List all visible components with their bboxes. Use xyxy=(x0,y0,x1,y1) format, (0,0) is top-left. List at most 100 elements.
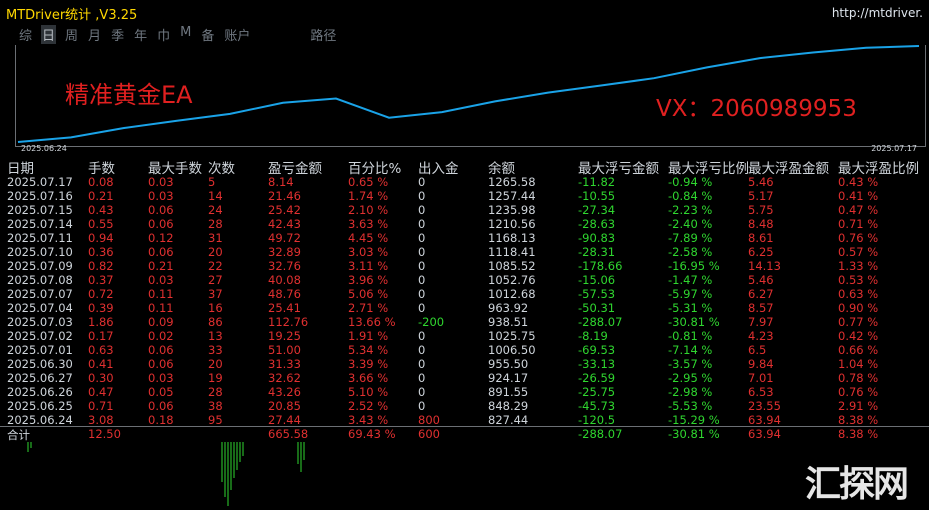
table-cell: 23.55 xyxy=(748,399,781,413)
tab-2[interactable]: 周 xyxy=(64,25,79,44)
table-cell: -15.29 % xyxy=(668,413,720,427)
table-cell: 1052.76 xyxy=(488,273,536,287)
table-cell: 32.76 xyxy=(268,259,301,273)
table-cell: 0.76 % xyxy=(838,231,879,245)
table-cell: 2025.07.02 xyxy=(7,329,73,343)
table-cell: 0.06 xyxy=(148,245,174,259)
table-cell: 86 xyxy=(208,315,223,329)
table-cell: 0.08 xyxy=(88,175,114,189)
table-cell: -10.55 xyxy=(578,189,616,203)
table-cell: 0.03 xyxy=(148,273,174,287)
table-cell: 20 xyxy=(208,357,223,371)
table-cell: 2025.07.14 xyxy=(7,217,73,231)
table-cell: 0.41 % xyxy=(838,189,879,203)
table-cell: 0 xyxy=(418,175,426,189)
table-row[interactable]: 2025.07.02 0.17 0.02 13 19.25 1.91 % 0 1025.75 -… xyxy=(0,329,929,343)
table-cell: 1168.13 xyxy=(488,231,536,245)
table-cell: 0.82 xyxy=(88,259,114,273)
tab-8[interactable]: 备 xyxy=(200,25,215,44)
tab-3[interactable]: 月 xyxy=(87,25,102,44)
table-cell: 0 xyxy=(418,385,426,399)
tab-7[interactable]: M xyxy=(179,25,192,44)
table-cell: 31 xyxy=(208,231,223,245)
table-row[interactable]: 2025.07.16 0.21 0.03 14 21.46 1.74 % 0 1257.44 -… xyxy=(0,189,929,203)
table-cell: 1.33 % xyxy=(838,259,879,273)
table-cell: -7.14 % xyxy=(668,343,713,357)
table-cell: 1006.50 xyxy=(488,343,536,357)
tab-1[interactable]: 日 xyxy=(41,25,57,44)
tab-4[interactable]: 季 xyxy=(110,25,125,44)
table-cell: 0.06 xyxy=(148,399,174,413)
col-header-4[interactable]: 盈亏金额 xyxy=(268,157,322,177)
table-cell: 7.01 xyxy=(748,371,774,385)
app-title: MTDriver统计 ,V3.25 xyxy=(6,8,138,23)
col-header-3[interactable]: 次数 xyxy=(208,157,235,177)
col-header-8[interactable]: 最大浮亏金额 xyxy=(578,157,659,177)
table-cell: 5.46 xyxy=(748,175,774,189)
table-cell: 5.46 xyxy=(748,273,774,287)
table-cell: 2.52 % xyxy=(348,399,389,413)
table-row[interactable]: 2025.06.24 3.08 0.18 95 27.44 3.43 % 800 827.44… xyxy=(0,413,929,427)
tab-9[interactable]: 账户 xyxy=(223,25,251,44)
table-cell: 27 xyxy=(208,273,223,287)
table-row[interactable]: 2025.07.03 1.86 0.09 86 112.76 13.66 % -200 938… xyxy=(0,315,929,329)
table-cell: 0.17 xyxy=(88,329,114,343)
table-row[interactable]: 2025.07.17 0.08 0.03 5 8.14 0.65 % 0 1265.58 -11… xyxy=(0,175,929,189)
col-header-11[interactable]: 最大浮盈比例 xyxy=(838,157,919,177)
table-row[interactable]: 2025.07.09 0.82 0.21 22 32.76 3.11 % 0 1085.52 -… xyxy=(0,259,929,273)
table-cell: 0 xyxy=(418,259,426,273)
table-cell: 827.44 xyxy=(488,413,529,427)
table-cell: 0.03 xyxy=(148,175,174,189)
table-row[interactable]: 2025.07.11 0.94 0.12 31 49.72 4.45 % 0 1168.13 -… xyxy=(0,231,929,245)
table-cell: 0 xyxy=(418,203,426,217)
table-row[interactable]: 2025.07.04 0.39 0.11 16 25.41 2.71 % 0 963.92 -5… xyxy=(0,301,929,315)
col-header-1[interactable]: 手数 xyxy=(88,157,115,177)
table-cell: 95 xyxy=(208,413,223,427)
col-header-0[interactable]: 日期 xyxy=(7,157,34,177)
col-header-7[interactable]: 余额 xyxy=(488,157,515,177)
table-cell: 0.03 xyxy=(148,189,174,203)
col-header-10[interactable]: 最大浮盈金额 xyxy=(748,157,829,177)
table-cell: -25.75 xyxy=(578,385,616,399)
table-cell: 6.27 xyxy=(748,287,774,301)
table-cell: 0.42 % xyxy=(838,329,879,343)
col-header-6[interactable]: 出入金 xyxy=(418,157,459,177)
app-url-link[interactable]: http://mtdriver. xyxy=(832,6,923,20)
col-header-9[interactable]: 最大浮亏比例 xyxy=(668,157,749,177)
table-row[interactable]: 2025.07.14 0.55 0.06 28 42.43 3.63 % 0 1210.56 -… xyxy=(0,217,929,231)
table-cell: -2.58 % xyxy=(668,245,713,259)
table-cell: 800 xyxy=(418,413,440,427)
table-row[interactable]: 2025.07.08 0.37 0.03 27 40.08 3.96 % 0 1052.76 -… xyxy=(0,273,929,287)
table-row[interactable]: 2025.06.25 0.71 0.06 38 20.85 2.52 % 0 848.29 -4… xyxy=(0,399,929,413)
table-row[interactable]: 2025.06.26 0.47 0.05 28 43.26 5.10 % 0 891.55 -2… xyxy=(0,385,929,399)
tab-10[interactable]: 路径 xyxy=(309,25,337,44)
table-cell: 0.21 xyxy=(88,189,114,203)
table-cell: 21.46 xyxy=(268,189,301,203)
table-cell: 0.09 xyxy=(148,315,174,329)
table-cell: -45.73 xyxy=(578,399,616,413)
table-row[interactable]: 2025.07.07 0.72 0.11 37 48.76 5.06 % 0 1012.68 -… xyxy=(0,287,929,301)
table-cell: 1085.52 xyxy=(488,259,536,273)
tab-0[interactable]: 综 xyxy=(18,25,33,44)
total-cell: 合计 xyxy=(7,428,30,442)
tab-5[interactable]: 年 xyxy=(133,25,148,44)
total-cell: 12.50 xyxy=(88,427,121,441)
table-row[interactable]: 2025.06.30 0.41 0.06 20 31.33 3.39 % 0 955.50 -3… xyxy=(0,357,929,371)
table-cell: 1.91 % xyxy=(348,329,389,343)
table-cell: 13.66 % xyxy=(348,315,396,329)
table-cell: 2025.07.03 xyxy=(7,315,73,329)
table-cell: 3.96 % xyxy=(348,273,389,287)
table-cell: 3.66 % xyxy=(348,371,389,385)
table-cell: 25.41 xyxy=(268,301,301,315)
table-row[interactable]: 2025.06.27 0.30 0.03 19 32.62 3.66 % 0 924.17 -2… xyxy=(0,371,929,385)
tab-6[interactable]: 巾 xyxy=(156,25,171,44)
col-header-5[interactable]: 百分比% xyxy=(348,157,401,177)
col-header-2[interactable]: 最大手数 xyxy=(148,157,202,177)
table-row[interactable]: 2025.07.01 0.63 0.06 33 51.00 5.34 % 0 1006.50 -… xyxy=(0,343,929,357)
table-cell: -28.31 xyxy=(578,245,616,259)
table-row[interactable]: 2025.07.10 0.36 0.06 20 32.89 3.03 % 0 1118.41 -… xyxy=(0,245,929,259)
table-cell: 0.43 xyxy=(88,203,114,217)
table-cell: 27.44 xyxy=(268,413,301,427)
table-row[interactable]: 2025.07.15 0.43 0.06 24 25.42 2.10 % 0 1235.98 -… xyxy=(0,203,929,217)
table-cell: 22 xyxy=(208,259,223,273)
